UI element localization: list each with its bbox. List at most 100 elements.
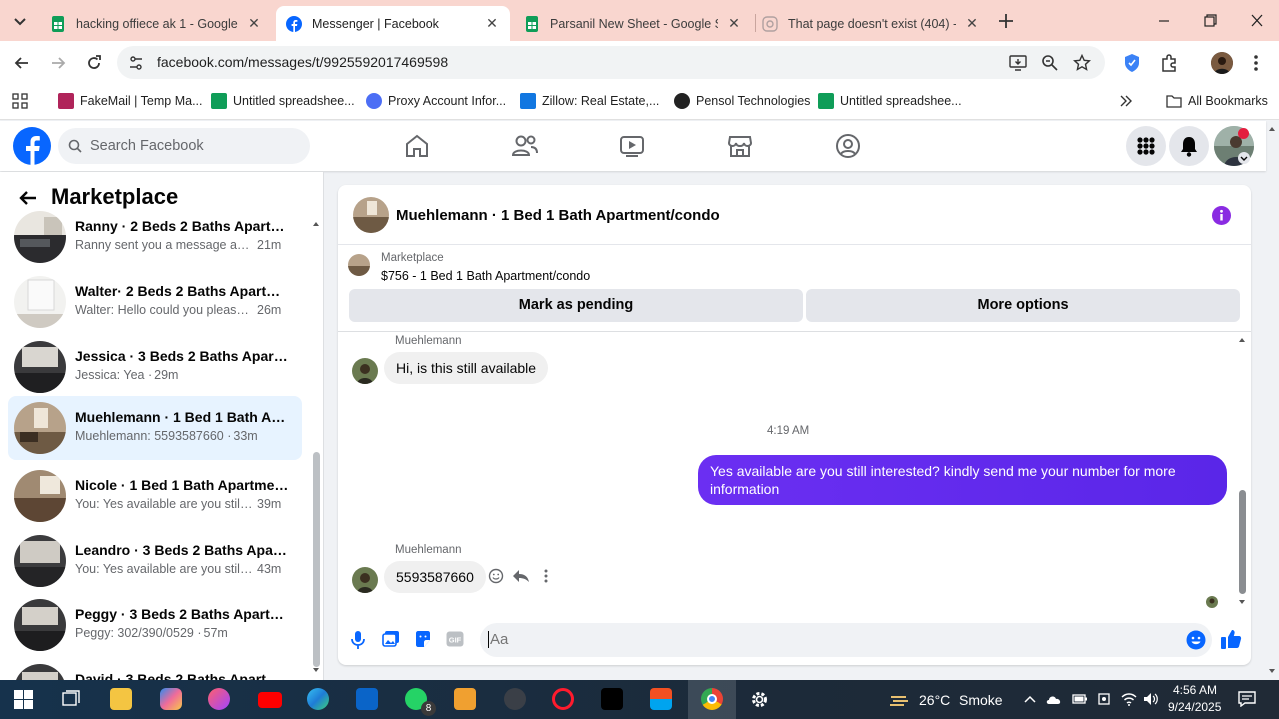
medal-app-icon[interactable] <box>454 688 476 710</box>
restore-window-button[interactable] <box>1198 12 1222 30</box>
wifi-icon[interactable] <box>1121 692 1137 706</box>
app-icon[interactable] <box>208 688 230 710</box>
bookmark-star-icon[interactable] <box>1073 54 1091 72</box>
conversation-item[interactable]: Leandro · 3 Beds 2 Baths Apart... You: Y… <box>8 529 302 593</box>
conversation-item[interactable]: Nicole · 1 Bed 1 Bath Apartment... You: … <box>8 464 302 528</box>
close-window-button[interactable] <box>1245 12 1269 30</box>
message-input[interactable] <box>488 631 1168 648</box>
chat-listing-avatar[interactable] <box>353 197 389 233</box>
settings-gear-icon[interactable] <box>749 689 770 710</box>
mark-as-pending-button[interactable]: Mark as pending <box>349 289 803 322</box>
youtube-icon[interactable] <box>258 692 282 708</box>
zoom-icon[interactable] <box>1041 54 1059 72</box>
listing-price[interactable]: $756 - 1 Bed 1 Bath Apartment/condo <box>381 269 590 283</box>
marketplace-icon[interactable] <box>727 133 753 159</box>
facebook-logo-icon[interactable] <box>13 127 51 165</box>
conversation-item[interactable]: Ranny · 2 Beds 2 Baths Apartme... Ranny … <box>8 205 302 269</box>
incoming-message[interactable]: Hi, is this still available <box>384 352 549 384</box>
listing-thumbnail[interactable] <box>348 254 370 276</box>
browser-tab-active[interactable]: Messenger | Facebook ✕ <box>276 6 510 41</box>
file-explorer-icon[interactable] <box>110 688 132 710</box>
conversation-item[interactable]: David · 3 Beds 2 Baths Apartme... <box>8 658 302 680</box>
install-app-icon[interactable] <box>1009 54 1027 72</box>
forward-icon[interactable] <box>48 53 68 73</box>
conversation-item[interactable]: Peggy · 3 Beds 2 Baths Apartme... Peggy:… <box>8 593 302 657</box>
outlook-icon[interactable] <box>356 688 378 710</box>
task-view-icon[interactable] <box>61 690 81 709</box>
video-icon[interactable] <box>619 133 645 159</box>
browser-tab[interactable]: Parsanil New Sheet - Google Sh ✕ <box>514 6 752 41</box>
photo-icon[interactable] <box>382 630 400 648</box>
incoming-message[interactable]: 5593587660 <box>384 561 486 593</box>
chrome-menu-icon[interactable] <box>1250 53 1262 73</box>
minimize-window-button[interactable] <box>1152 12 1176 30</box>
reply-icon[interactable] <box>512 568 530 584</box>
weather-icon[interactable] <box>888 689 912 709</box>
gif-icon[interactable]: GIF <box>446 631 464 647</box>
chevron-right-icon[interactable] <box>1117 93 1133 109</box>
conversation-item[interactable]: Walter· 2 Beds 2 Baths Apartme... Walter… <box>8 270 302 334</box>
browser-tab[interactable]: That page doesn't exist (404) - I ✕ <box>752 6 990 41</box>
more-actions-icon[interactable] <box>542 568 550 584</box>
tab-search-button[interactable] <box>8 10 32 32</box>
sender-avatar[interactable] <box>352 358 378 384</box>
facebook-search-box[interactable]: Search Facebook <box>58 128 310 164</box>
close-tab-icon[interactable]: ✕ <box>484 15 500 32</box>
message-composer[interactable] <box>480 623 1212 657</box>
info-icon[interactable] <box>1212 206 1231 225</box>
windows-start-icon[interactable] <box>14 690 33 709</box>
apps-grid-icon[interactable] <box>12 93 28 109</box>
menu-grid-button[interactable] <box>1126 126 1166 166</box>
shield-extension-icon[interactable] <box>1123 53 1141 73</box>
bookmark-item[interactable]: Pensol Technologies <box>674 92 810 110</box>
profile-avatar-icon[interactable] <box>1211 52 1233 74</box>
page-scroll-up-icon[interactable] <box>1267 124 1277 134</box>
conversation-item[interactable]: Jessica · 3 Beds 2 Baths Apartm... Jessi… <box>8 335 302 399</box>
site-info-icon[interactable] <box>127 54 145 72</box>
outgoing-message[interactable]: Yes available are you still interested? … <box>698 455 1227 505</box>
list-scroll-down-icon[interactable] <box>311 665 321 675</box>
copilot-icon[interactable] <box>160 688 182 710</box>
bookmark-item[interactable]: Untitled spreadshee... <box>818 92 962 110</box>
page-scroll-down-icon[interactable] <box>1267 666 1277 676</box>
chrome-taskbar-active[interactable] <box>688 680 736 719</box>
vpn-icon[interactable] <box>1097 692 1111 706</box>
list-scrollbar-thumb[interactable] <box>313 452 320 667</box>
bookmark-item[interactable]: Zillow: Real Estate,... <box>520 92 659 110</box>
weather-temp[interactable]: 26°C <box>919 692 950 708</box>
chat-scroll-down-icon[interactable] <box>1237 597 1247 607</box>
thumbs-up-icon[interactable] <box>1220 628 1242 650</box>
address-bar[interactable]: facebook.com/messages/t/9925592017469598 <box>117 46 1105 79</box>
notification-center-icon[interactable] <box>1238 691 1256 707</box>
tiktok-icon[interactable] <box>601 688 623 710</box>
extensions-puzzle-icon[interactable] <box>1159 53 1179 73</box>
notifications-button[interactable] <box>1169 126 1209 166</box>
sticker-icon[interactable] <box>414 630 432 648</box>
gaming-icon[interactable] <box>835 133 861 159</box>
react-smiley-icon[interactable] <box>488 568 504 584</box>
battery-icon[interactable] <box>1072 693 1088 705</box>
home-icon[interactable] <box>404 133 430 159</box>
close-tab-icon[interactable]: ✕ <box>726 15 742 32</box>
account-chevron-down-icon[interactable] <box>1238 152 1250 164</box>
edge-icon[interactable] <box>307 688 329 710</box>
clock-time[interactable]: 4:56 AM <box>1173 683 1217 697</box>
microphone-icon[interactable] <box>350 630 366 650</box>
chat-scrollbar-thumb[interactable] <box>1239 490 1246 594</box>
reload-icon[interactable] <box>84 53 104 73</box>
all-bookmarks-button[interactable]: All Bookmarks <box>1166 92 1268 110</box>
close-tab-icon[interactable]: ✕ <box>964 15 980 32</box>
new-tab-button[interactable] <box>995 10 1017 32</box>
close-tab-icon[interactable]: ✕ <box>246 15 262 32</box>
browser-tab[interactable]: hacking offiece ak 1 - Google Sh ✕ <box>40 6 272 41</box>
settings-app-icon[interactable] <box>504 688 526 710</box>
chat-scroll-up-icon[interactable] <box>1237 335 1247 345</box>
friends-icon[interactable] <box>511 133 539 159</box>
opera-icon[interactable] <box>552 688 574 710</box>
conversation-item-selected[interactable]: Muehlemann · 1 Bed 1 Bath Apa... Muehlem… <box>8 396 302 460</box>
emoji-icon[interactable] <box>1186 630 1206 650</box>
clock-date[interactable]: 9/24/2025 <box>1168 700 1221 714</box>
tray-chevron-up-icon[interactable] <box>1023 693 1037 705</box>
onedrive-icon[interactable] <box>1045 693 1063 705</box>
microsoft-store-icon[interactable] <box>650 688 672 710</box>
